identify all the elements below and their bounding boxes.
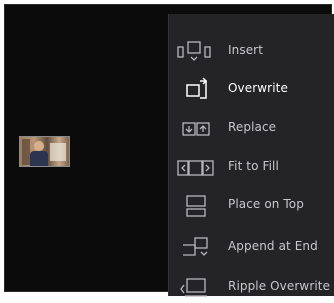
menu-item-label: Place on Top — [228, 197, 304, 211]
menu-item-append-at-end[interactable]: Append at End — [169, 233, 334, 263]
menu-item-label: Append at End — [228, 239, 318, 253]
menu-item-ripple-overwrite[interactable]: Ripple Overwrite — [169, 273, 334, 303]
menu-item-fit-to-fill[interactable]: Fit to Fill — [169, 153, 334, 183]
menu-item-label: Ripple Overwrite — [228, 279, 331, 293]
menu-item-label: Insert — [228, 43, 264, 57]
overwrite-icon — [186, 77, 208, 99]
menu-item-label: Overwrite — [228, 81, 288, 95]
clip-thumbnail[interactable] — [19, 136, 70, 167]
menu-item-replace[interactable]: Replace — [169, 114, 334, 144]
edit-overlay-menu: Insert Overwrite Replace Fit to Fill Pla… — [168, 14, 334, 297]
place-on-top-icon — [186, 195, 206, 217]
menu-item-place-on-top[interactable]: Place on Top — [169, 191, 334, 221]
insert-icon — [177, 41, 211, 61]
append-at-end-icon — [183, 237, 208, 256]
menu-item-label: Fit to Fill — [228, 159, 279, 173]
ripple-overwrite-icon — [180, 278, 207, 297]
menu-item-overwrite[interactable]: Overwrite — [169, 75, 334, 105]
menu-item-label: Replace — [228, 120, 277, 134]
replace-icon — [182, 122, 210, 136]
menu-item-insert[interactable]: Insert — [169, 37, 334, 67]
fit-to-fill-icon — [177, 160, 214, 176]
